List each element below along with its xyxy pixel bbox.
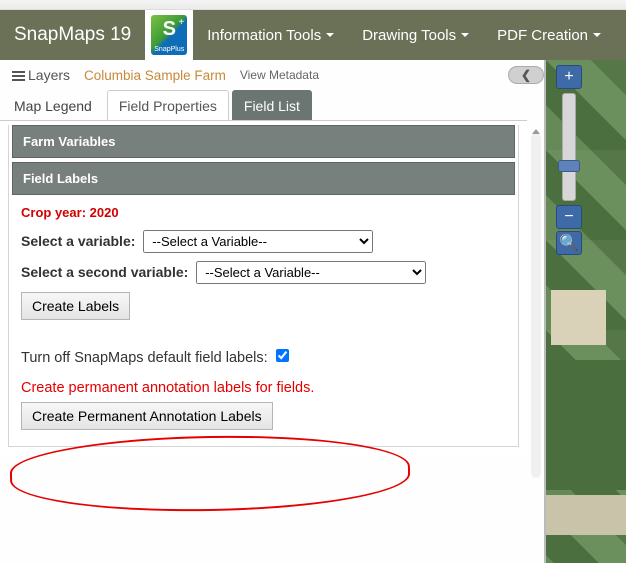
nav-information-tools[interactable]: Information Tools — [193, 10, 348, 60]
brand-title: SnapMaps 19 — [0, 10, 145, 60]
properties-panel: Farm Variables Field Labels Crop year: 2… — [0, 120, 527, 455]
search-icon: 🔍 — [559, 233, 579, 253]
caret-down-icon — [593, 33, 601, 37]
tab-field-properties[interactable]: Field Properties — [107, 90, 229, 121]
select-variable-2-label: Select a second variable: — [21, 264, 188, 280]
top-navbar: SnapMaps 19 S + SnapPlus Information Too… — [0, 10, 626, 60]
view-metadata-link[interactable]: View Metadata — [240, 68, 319, 82]
accordion-field-labels[interactable]: Field Labels — [12, 162, 515, 195]
panel-scrollbar[interactable] — [531, 133, 541, 478]
layers-icon — [12, 71, 25, 82]
tab-map-legend[interactable]: Map Legend — [2, 90, 104, 121]
zoom-out-button[interactable]: − — [556, 205, 582, 229]
sub-toolbar: Layers Columbia Sample Farm View Metadat… — [0, 60, 626, 90]
snapplus-logo: S + SnapPlus — [151, 15, 187, 55]
annotation-note: Create permanent annotation labels for f… — [21, 380, 506, 396]
collapse-panel-button[interactable]: ❮ — [508, 66, 544, 84]
select-variable-2[interactable]: --Select a Variable-- — [196, 261, 426, 284]
toggle-default-labels-row: Turn off SnapMaps default field labels: — [21, 346, 506, 366]
layers-toggle[interactable]: Layers — [12, 67, 70, 83]
create-labels-button[interactable]: Create Labels — [21, 292, 130, 320]
farm-name-link[interactable]: Columbia Sample Farm — [84, 68, 226, 83]
nav-drawing-tools[interactable]: Drawing Tools — [348, 10, 483, 60]
select-variable-1[interactable]: --Select a Variable-- — [143, 230, 373, 253]
tab-field-list[interactable]: Field List — [232, 90, 312, 121]
toggle-default-labels-checkbox[interactable] — [276, 349, 289, 362]
create-permanent-annotation-button[interactable]: Create Permanent Annotation Labels — [21, 402, 273, 430]
nav-pdf-creation[interactable]: PDF Creation — [483, 10, 615, 60]
zoom-slider-thumb[interactable] — [558, 160, 580, 172]
map-canvas[interactable]: + − 🔍 — [544, 60, 626, 563]
logo-wrap: S + SnapPlus — [145, 10, 193, 60]
caret-down-icon — [461, 33, 469, 37]
map-zoom-controls: + − 🔍 — [556, 65, 582, 255]
field-labels-body: Crop year: 2020 Select a variable: --Sel… — [9, 195, 518, 434]
crop-year-label: Crop year: 2020 — [21, 205, 506, 220]
select-variable-1-label: Select a variable: — [21, 233, 135, 249]
caret-down-icon — [326, 33, 334, 37]
map-search-button[interactable]: 🔍 — [556, 231, 582, 255]
zoom-in-button[interactable]: + — [556, 65, 582, 89]
accordion-farm-variables[interactable]: Farm Variables — [12, 125, 515, 158]
panel-tabs: Map Legend Field Properties Field List — [0, 90, 626, 121]
zoom-slider-track[interactable] — [562, 93, 576, 201]
